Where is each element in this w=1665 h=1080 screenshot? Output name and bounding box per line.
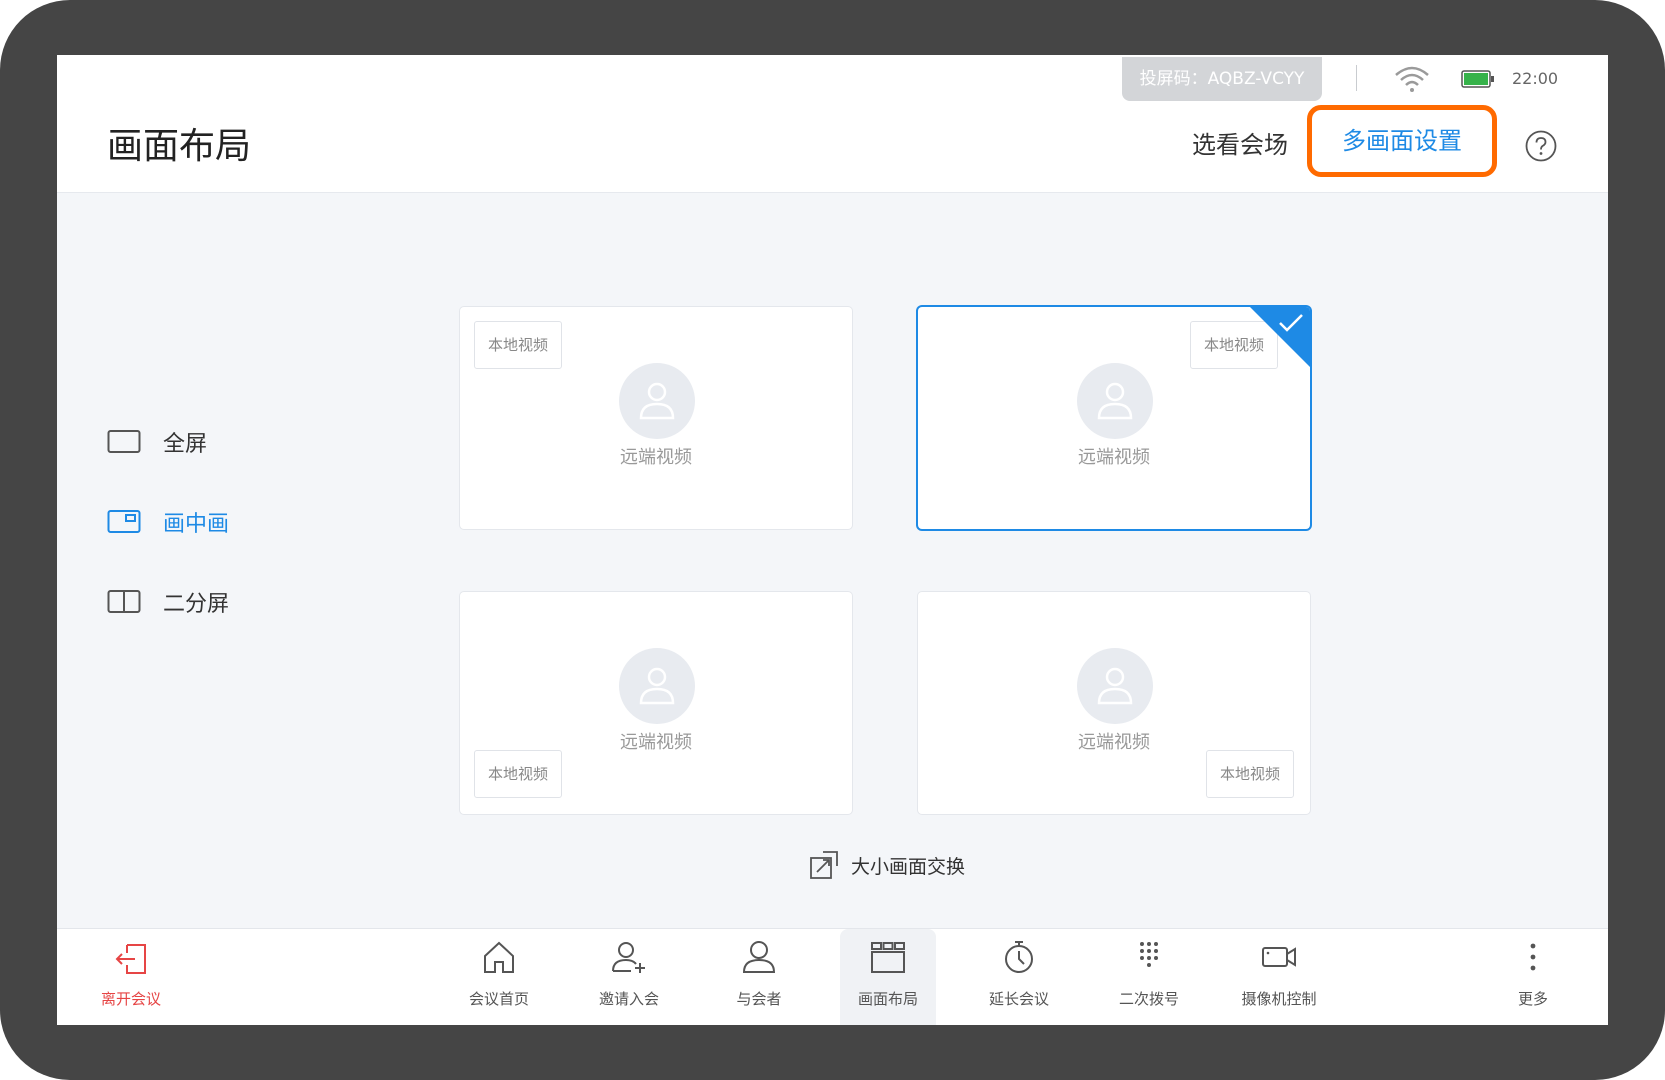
exit-icon bbox=[115, 944, 146, 974]
home-icon bbox=[484, 941, 514, 973]
invite-user-icon bbox=[612, 942, 645, 973]
question-circle-icon[interactable] bbox=[1525, 130, 1557, 162]
layout-option-fullscreen[interactable]: 全屏 bbox=[107, 422, 207, 462]
dtmf-dial-button[interactable]: 二次拨号 bbox=[1101, 929, 1197, 1025]
leave-meeting-button[interactable]: 离开会议 bbox=[83, 929, 179, 1025]
extend-meeting-label: 延长会议 bbox=[988, 990, 1049, 1008]
local-video-tag: 本地视频 bbox=[1206, 750, 1294, 798]
camera-control-button[interactable]: 摄像机控制 bbox=[1231, 929, 1327, 1025]
camera-icon bbox=[1262, 947, 1296, 967]
participants-icon bbox=[742, 941, 776, 973]
device-bezel: 投屏码：AQBZ-VCYY 22:00 画面布局 选看会场 多画面设置 全屏 画… bbox=[0, 0, 1665, 1080]
person-icon bbox=[1097, 382, 1133, 420]
invite-label: 邀请入会 bbox=[598, 990, 659, 1008]
clock: 22:00 bbox=[1512, 69, 1559, 88]
participants-label: 与会者 bbox=[736, 990, 782, 1008]
page-title: 画面布局 bbox=[107, 126, 252, 167]
person-icon bbox=[639, 667, 675, 705]
person-icon bbox=[1097, 667, 1133, 705]
layout-option-pip[interactable]: 画中画 bbox=[107, 502, 229, 542]
meeting-home-label: 会议首页 bbox=[468, 990, 529, 1008]
battery-icon bbox=[1461, 70, 1494, 88]
local-video-tag: 本地视频 bbox=[474, 321, 562, 369]
header-bar: 投屏码：AQBZ-VCYY 22:00 画面布局 选看会场 多画面设置 bbox=[57, 55, 1608, 193]
swap-icon bbox=[810, 851, 838, 879]
pip-layout-card[interactable]: 本地视频 远端视频 bbox=[460, 307, 852, 529]
participants-button[interactable]: 与会者 bbox=[711, 929, 807, 1025]
layout-label-split: 二分屏 bbox=[163, 592, 230, 617]
cast-code-badge: 投屏码：AQBZ-VCYY bbox=[1122, 57, 1322, 101]
layout-label: 画面布局 bbox=[857, 990, 918, 1008]
avatar bbox=[619, 363, 695, 439]
app-screen: 投屏码：AQBZ-VCYY 22:00 画面布局 选看会场 多画面设置 全屏 画… bbox=[57, 55, 1608, 1025]
view-conference-button[interactable]: 选看会场 bbox=[1192, 125, 1288, 165]
avatar bbox=[1077, 363, 1153, 439]
layout-label-pip: 画中画 bbox=[163, 512, 230, 537]
layout-icon bbox=[871, 942, 905, 973]
layout-option-split[interactable]: 二分屏 bbox=[107, 582, 229, 622]
dialpad-icon bbox=[1140, 942, 1158, 967]
timer-icon bbox=[1005, 941, 1033, 973]
multi-screen-settings-button[interactable]: 多画面设置 bbox=[1307, 105, 1497, 177]
layout-label-fullscreen: 全屏 bbox=[163, 432, 208, 457]
local-video-tag: 本地视频 bbox=[474, 750, 562, 798]
swap-label: 大小画面交换 bbox=[851, 855, 966, 878]
leave-meeting-label: 离开会议 bbox=[100, 990, 161, 1008]
pip-layout-card[interactable]: 远端视频 本地视频 bbox=[460, 592, 852, 814]
avatar bbox=[1077, 648, 1153, 724]
status-divider bbox=[1356, 65, 1357, 91]
invite-button[interactable]: 邀请入会 bbox=[581, 929, 677, 1025]
more-vertical-icon bbox=[1530, 943, 1536, 971]
meeting-home-button[interactable]: 会议首页 bbox=[451, 929, 547, 1025]
more-button[interactable]: 更多 bbox=[1485, 929, 1581, 1025]
layout-button[interactable]: 画面布局 bbox=[840, 929, 936, 1025]
more-label: 更多 bbox=[1517, 990, 1548, 1008]
fullscreen-icon bbox=[107, 430, 141, 453]
dtmf-dial-label: 二次拨号 bbox=[1118, 990, 1179, 1008]
split-screen-icon bbox=[107, 590, 141, 613]
avatar bbox=[619, 648, 695, 724]
checkmark-icon bbox=[1279, 314, 1303, 332]
wifi-icon bbox=[1395, 66, 1429, 92]
remote-video-label: 远端视频 bbox=[1078, 447, 1150, 468]
remote-video-label: 远端视频 bbox=[620, 447, 692, 468]
swap-size-button[interactable]: 大小画面交换 bbox=[809, 850, 965, 880]
pip-layout-card[interactable]: 远端视频 本地视频 bbox=[918, 592, 1310, 814]
extend-meeting-button[interactable]: 延长会议 bbox=[971, 929, 1067, 1025]
pip-layout-card-selected[interactable]: 本地视频 远端视频 bbox=[918, 307, 1310, 529]
picture-in-picture-icon bbox=[107, 510, 141, 533]
person-icon bbox=[639, 382, 675, 420]
bottom-toolbar: 离开会议 会议首页 邀请入会 与会者 画面布局 延长会议 二次拨号 摄像机控制 … bbox=[57, 928, 1608, 1025]
camera-control-label: 摄像机控制 bbox=[1241, 990, 1317, 1008]
